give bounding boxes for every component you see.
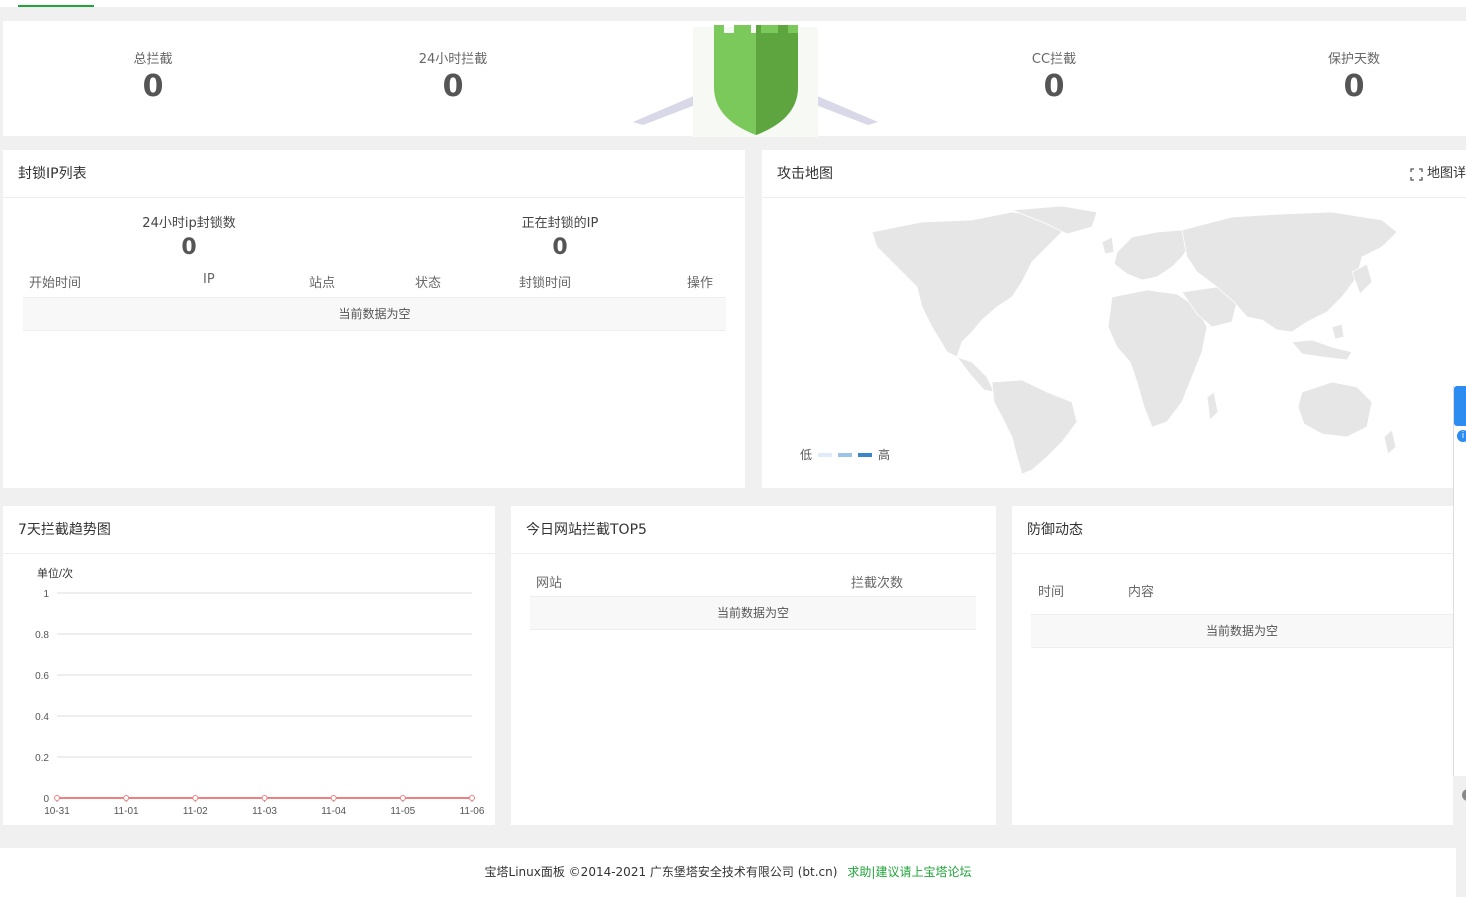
top5-empty-row: 当前数据为空 xyxy=(530,596,976,630)
ip-list-title: 封锁IP列表 xyxy=(3,150,745,198)
side-tool-button[interactable] xyxy=(1454,386,1466,426)
map-detail-label: 地图详 xyxy=(1426,166,1466,181)
stat-24h: 24小时拦截 0 xyxy=(353,48,553,105)
stat-24h-value: 0 xyxy=(442,69,464,104)
ip-stat-blocking: 正在封锁的IP 0 xyxy=(440,212,680,260)
top5-title: 今日网站拦截TOP5 xyxy=(511,506,996,554)
ip-empty-row: 当前数据为空 xyxy=(23,297,726,331)
side-tool-handle[interactable] xyxy=(1462,789,1466,801)
y-tick-label: 0.6 xyxy=(35,671,49,682)
trend-chart: 单位/次 0 0.2 0.4 0.6 0.8 1 10-31 11-01 11-02 11-03 11… xyxy=(35,566,485,817)
col-block-time: 封锁时间 xyxy=(519,276,572,291)
legend-swatch-high xyxy=(858,452,873,457)
data-point xyxy=(399,795,406,801)
footer: 宝塔Linux面板 ©2014-2021 广东堡塔安全技术有限公司 (bt.cn… xyxy=(0,848,1456,897)
ip-stat-24h-label: 24小时ip封锁数 xyxy=(142,216,236,231)
legend-swatch-low xyxy=(818,452,833,457)
y-tick-label: 1 xyxy=(43,589,49,600)
defense-empty-row: 当前数据为空 xyxy=(1031,614,1453,648)
y-axis-label: 单位/次 xyxy=(37,566,73,580)
ip-stat-blocking-value: 0 xyxy=(552,235,568,260)
data-point xyxy=(469,795,475,801)
ip-stat-blocking-label: 正在封锁的IP xyxy=(521,216,599,231)
active-tab-indicator xyxy=(18,5,94,7)
stat-days-label: 保护天数 xyxy=(1327,52,1380,67)
defense-panel: 防御动态 时间 内容 当前数据为空 xyxy=(1012,506,1453,825)
legend-swatch-mid xyxy=(838,452,853,457)
info-icon[interactable]: i xyxy=(1457,430,1466,442)
stat-days: 保护天数 0 xyxy=(1254,48,1454,105)
ip-list-panel: 封锁IP列表 24小时ip封锁数 0 正在封锁的IP 0 开始时间 IP 站点 … xyxy=(3,150,745,488)
stat-days-value: 0 xyxy=(1343,69,1365,104)
data-point xyxy=(330,795,337,801)
x-tick-label: 10-31 xyxy=(44,806,70,817)
data-point xyxy=(192,795,199,801)
x-tick-label: 11-05 xyxy=(390,806,415,817)
stat-24h-label: 24小时拦截 xyxy=(418,52,488,67)
attack-map-header: 攻击地图 地图详 xyxy=(762,150,1466,198)
stat-cc: CC拦截 0 xyxy=(954,48,1154,105)
x-tick-label: 11-03 xyxy=(252,806,277,817)
top5-col-count: 拦截次数 xyxy=(851,576,904,591)
stat-cc-value: 0 xyxy=(1043,69,1065,104)
defense-title: 防御动态 xyxy=(1012,506,1453,554)
map-detail-button[interactable]: 地图详 xyxy=(1410,150,1466,198)
data-point xyxy=(54,795,60,801)
defense-col-time: 时间 xyxy=(1038,585,1065,600)
attack-map-title: 攻击地图 xyxy=(777,166,833,182)
trend-title: 7天拦截趋势图 xyxy=(3,506,495,554)
legend-low: 低 xyxy=(800,448,813,462)
col-action: 操作 xyxy=(687,276,714,291)
side-toolbar[interactable]: i xyxy=(1453,386,1466,801)
x-tick-label: 11-04 xyxy=(321,806,346,817)
col-start-time: 开始时间 xyxy=(29,276,82,291)
ip-stat-24h: 24小时ip封锁数 0 xyxy=(69,212,309,260)
x-tick-label: 11-02 xyxy=(183,806,208,817)
map-legend: 低 高 xyxy=(800,446,890,463)
x-tick-label: 11-01 xyxy=(114,806,139,817)
footer-forum-link[interactable]: 求助|建议请上宝塔论坛 xyxy=(847,865,971,879)
x-tick-label: 11-06 xyxy=(460,806,485,817)
y-tick-label: 0.2 xyxy=(35,753,49,764)
top-tab-bar xyxy=(0,0,1466,7)
stats-bar: 总拦截 0 24小时拦截 0 CC拦截 0 保护天数 0 xyxy=(3,21,1466,137)
y-tick-label: 0.8 xyxy=(35,630,49,641)
data-point xyxy=(261,795,268,801)
y-tick-label: 0.4 xyxy=(35,712,49,723)
y-tick-label: 0 xyxy=(43,794,49,805)
top5-col-site: 网站 xyxy=(536,576,563,591)
data-point xyxy=(123,795,130,801)
col-site: 站点 xyxy=(309,276,336,291)
legend-high: 高 xyxy=(878,448,891,462)
stat-total-value: 0 xyxy=(142,69,164,104)
defense-col-content: 内容 xyxy=(1128,585,1155,600)
stat-cc-label: CC拦截 xyxy=(1031,52,1077,67)
world-map[interactable] xyxy=(862,202,1402,477)
attack-map-panel: 攻击地图 地图详 低 高 xyxy=(762,150,1466,488)
trend-panel: 7天拦截趋势图 单位/次 0 0.2 0.4 0.6 0.8 1 10-31 11-01 11-0… xyxy=(3,506,495,825)
stat-total: 总拦截 0 xyxy=(53,48,253,105)
stat-total-label: 总拦截 xyxy=(133,52,173,67)
col-status: 状态 xyxy=(415,276,442,291)
col-ip: IP xyxy=(203,272,215,287)
top5-panel: 今日网站拦截TOP5 网站 拦截次数 当前数据为空 xyxy=(511,506,996,825)
fullscreen-icon xyxy=(1410,167,1423,181)
ip-stat-24h-value: 0 xyxy=(181,235,197,260)
footer-copyright: 宝塔Linux面板 ©2014-2021 广东堡塔安全技术有限公司 (bt.cn… xyxy=(484,865,838,879)
shield-icon xyxy=(633,7,878,137)
